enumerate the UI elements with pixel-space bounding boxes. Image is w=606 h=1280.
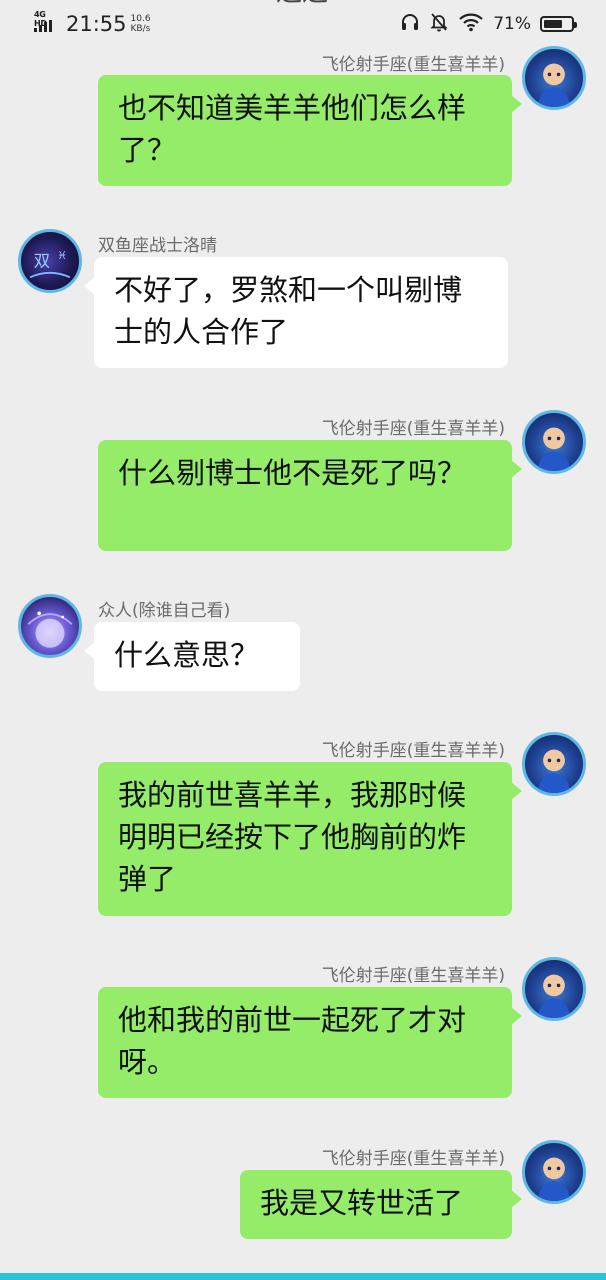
message-row: 飞伦射手座(重生喜羊羊) 他和我的前世一起死了才对呀。 [0, 957, 606, 1107]
message-bubble[interactable]: 不好了，罗煞和一个叫剔博士的人合作了 [84, 257, 508, 368]
input-bar-edge [0, 1273, 606, 1280]
message-row: 双 ♓ 双鱼座战士洛晴 不好了，罗煞和一个叫剔博士的人合作了 [0, 227, 606, 377]
sender-name: 众人(除谁自己看) [98, 601, 231, 621]
message-row: 飞伦射手座(重生喜羊羊) 什么剔博士他不是死了吗？ [0, 410, 606, 560]
message-row: 飞伦射手座(重生喜羊羊) 我是又转世活了 [0, 1140, 606, 1250]
message-bubble[interactable]: 我的前世喜羊羊，我那时候明明已经按下了他胸前的炸弹了 [98, 762, 522, 916]
sender-name: 双鱼座战士洛晴 [98, 236, 217, 256]
sender-name: 飞伦射手座(重生喜羊羊) [321, 55, 505, 75]
sender-name: 飞伦射手座(重生喜羊羊) [321, 1149, 505, 1169]
message-bubble[interactable]: 什么意思？ [84, 622, 300, 691]
message-bubble[interactable]: 什么剔博士他不是死了吗？ [98, 440, 522, 551]
headphones-icon [400, 12, 420, 36]
clock: 21:55 [66, 12, 127, 36]
svg-text:双: 双 [34, 251, 50, 270]
message-bubble[interactable]: 也不知道美羊羊他们怎么样了？ [98, 75, 522, 186]
network-speed-unit: KB/s [130, 24, 151, 34]
message-bubble[interactable]: 我是又转世活了 [240, 1170, 522, 1239]
crowd-avatar[interactable] [18, 594, 82, 658]
boy-avatar[interactable] [522, 1140, 586, 1204]
chat-title-peek: 过过 [270, 0, 334, 4]
sender-name: 飞伦射手座(重生喜羊羊) [321, 419, 505, 439]
status-bar: 过过 4G HD 21:55 10.6 KB/s 71% [0, 0, 606, 46]
boy-avatar[interactable] [522, 410, 586, 474]
message-bubble[interactable]: 他和我的前世一起死了才对呀。 [98, 987, 522, 1098]
bell-muted-icon [429, 12, 449, 36]
boy-avatar[interactable] [522, 46, 586, 110]
sender-name: 飞伦射手座(重生喜羊羊) [321, 741, 505, 761]
message-row: 飞伦射手座(重生喜羊羊) 我的前世喜羊羊，我那时候明明已经按下了他胸前的炸弹了 [0, 732, 606, 922]
network-speed: 10.6 KB/s [131, 14, 151, 34]
battery-icon [540, 16, 577, 32]
wifi-icon [458, 12, 484, 36]
sender-name: 飞伦射手座(重生喜羊羊) [321, 966, 505, 986]
boy-avatar[interactable] [522, 957, 586, 1021]
battery-percent: 71% [493, 14, 531, 34]
cellular-signal-icon: 4G HD [34, 10, 60, 34]
message-row: 众人(除谁自己看) 什么意思？ [0, 592, 606, 702]
boy-avatar[interactable] [522, 732, 586, 796]
pisces-avatar[interactable]: 双 ♓ [18, 229, 82, 293]
network-speed-value: 10.6 [130, 14, 151, 24]
svg-text:♓: ♓ [57, 249, 67, 262]
message-row: 飞伦射手座(重生喜羊羊) 也不知道美羊羊他们怎么样了？ [0, 46, 606, 196]
